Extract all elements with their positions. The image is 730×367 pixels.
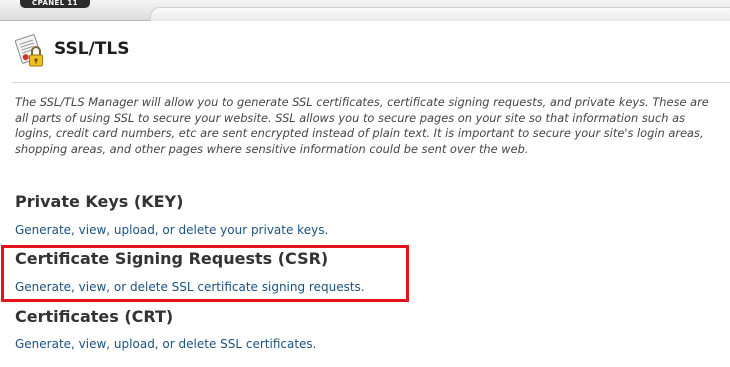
certificates-heading: Certificates (CRT) [15, 307, 174, 326]
csr-highlight-box [1, 245, 409, 302]
top-header-bar: CPANEL 11 [0, 0, 730, 21]
page: CPANEL 11 SSL/TLS The SSL/TLS Manager wi… [0, 0, 730, 367]
title-divider [12, 82, 730, 83]
private-keys-link[interactable]: Generate, view, upload, or delete your p… [15, 223, 328, 238]
page-title: SSL/TLS [54, 39, 130, 59]
intro-description: The SSL/TLS Manager will allow you to ge… [15, 95, 709, 156]
certificates-link[interactable]: Generate, view, upload, or delete SSL ce… [15, 337, 317, 352]
brand-name: CPANEL 11 [32, 0, 78, 7]
ssl-certificate-lock-icon [14, 34, 43, 67]
private-keys-heading: Private Keys (KEY) [15, 192, 184, 211]
header-panel [150, 7, 730, 21]
cpanel-logo[interactable]: CPANEL 11 [20, 0, 90, 8]
